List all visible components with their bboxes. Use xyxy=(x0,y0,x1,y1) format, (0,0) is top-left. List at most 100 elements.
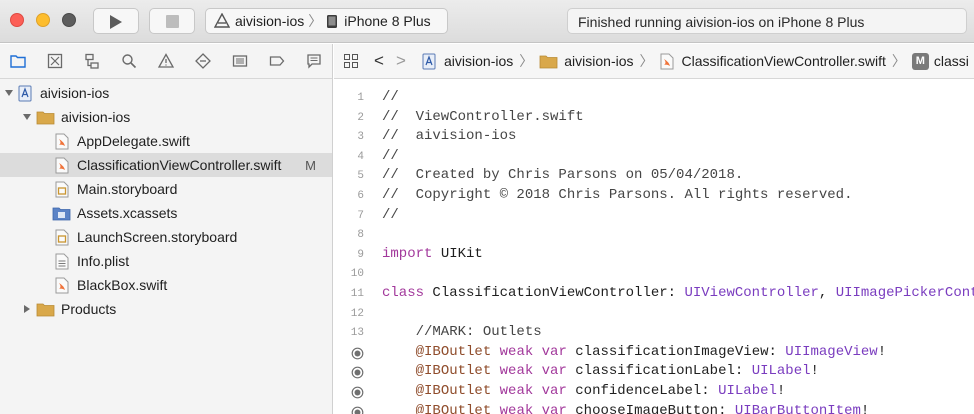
code-line: @IBOutlet weak var classificationLabel: … xyxy=(382,363,819,379)
tree-item-project[interactable]: aivision-ios xyxy=(0,81,332,105)
folder-icon xyxy=(539,55,558,68)
jump-bar-project[interactable]: aivision-ios xyxy=(422,53,513,70)
line-number: 3 xyxy=(357,131,364,144)
jump-bar-group[interactable]: aivision-ios xyxy=(539,53,634,69)
comment-token: // xyxy=(382,89,399,105)
code-line: // aivision-ios xyxy=(382,128,516,144)
navigator-tab-reports[interactable] xyxy=(295,44,332,79)
navigator-tab-issues[interactable] xyxy=(148,44,185,79)
tree-item-file-selected[interactable]: ClassificationViewController.swift M xyxy=(0,153,332,177)
attribute-token: @IBOutlet xyxy=(415,363,492,380)
tree-item-label: ClassificationViewController.swift xyxy=(77,157,282,173)
comment-token: // xyxy=(382,206,399,223)
keyword-token: weak var xyxy=(491,383,567,399)
window-toolbar: aivision-ios 〉 iPhone 8 Plus Finished ru… xyxy=(0,0,974,43)
scheme-separator: 〉 xyxy=(308,13,323,29)
punctuation-token: ! xyxy=(776,383,786,399)
outlet-connection-icon[interactable] xyxy=(351,347,364,360)
line-number: 4 xyxy=(357,150,364,163)
code-line: //MARK: Outlets xyxy=(382,324,542,340)
tree-item-file[interactable]: Info.plist xyxy=(0,249,332,273)
navigator-tab-project[interactable] xyxy=(0,44,37,79)
scheme-selector[interactable]: aivision-ios 〉 iPhone 8 Plus xyxy=(205,8,448,34)
comment-token: //MARK: Outlets xyxy=(382,324,542,341)
line-number: 11 xyxy=(350,288,364,300)
line-number: 8 xyxy=(357,229,364,242)
comment-token: // ViewController.swift xyxy=(382,108,584,125)
disclosure-closed-icon[interactable] xyxy=(22,304,32,314)
tree-item-file[interactable]: Assets.xcassets xyxy=(0,201,332,225)
class-name-token: ClassificationViewController: xyxy=(424,285,685,301)
navigator-tab-source-control[interactable] xyxy=(37,44,74,79)
outlet-connection-icon[interactable] xyxy=(351,386,364,399)
jump-bar-symbol[interactable]: M classi xyxy=(911,52,969,70)
line-number: 6 xyxy=(357,190,364,202)
navigator-tab-symbols[interactable] xyxy=(74,44,111,79)
outlet-connection-icon[interactable] xyxy=(351,406,364,414)
tree-item-group[interactable]: aivision-ios xyxy=(0,105,332,129)
punctuation-token: ! xyxy=(810,363,819,380)
type-token: UILabel xyxy=(718,383,777,399)
keyword-token: import xyxy=(382,245,433,262)
tree-item-file[interactable]: Main.storyboard xyxy=(0,177,332,201)
storyboard-icon xyxy=(55,181,69,197)
run-button[interactable] xyxy=(93,8,139,34)
line-number: 7 xyxy=(357,209,364,222)
outlet-connection-icon[interactable] xyxy=(351,366,364,379)
punctuation-token: ! xyxy=(877,343,887,360)
tree-item-file[interactable]: BlackBox.swift xyxy=(0,273,332,297)
folder-icon xyxy=(36,111,55,124)
navigator-tab-find[interactable] xyxy=(111,44,148,79)
code-line: @IBOutlet weak var confidenceLabel: UILa… xyxy=(382,383,786,399)
zoom-window-button[interactable] xyxy=(62,13,76,27)
jump-bar-project-label: aivision-ios xyxy=(444,53,514,69)
swift-file-icon xyxy=(660,53,673,69)
navigator-tab-tests[interactable] xyxy=(184,44,221,79)
disclosure-open-icon[interactable] xyxy=(22,112,32,122)
comment-token: // Created by Chris Parsons on 05/04/201… xyxy=(382,167,744,184)
device-icon xyxy=(327,14,338,28)
stop-button[interactable] xyxy=(149,8,195,34)
minimize-window-button[interactable] xyxy=(36,13,50,27)
search-icon xyxy=(122,54,137,69)
code-line: @IBOutlet weak var classificationImageVi… xyxy=(382,343,887,360)
keyword-token: weak var xyxy=(491,363,567,380)
tree-item-file[interactable]: AppDelegate.swift xyxy=(0,129,332,153)
jump-bar-separator: 〉 xyxy=(519,53,534,69)
navigator-tab-debug[interactable] xyxy=(221,44,258,79)
type-token: UIImageView xyxy=(785,343,878,360)
jump-bar: < > aivision-ios 〉 aivision-ios 〉 Classi… xyxy=(334,44,974,79)
back-button[interactable]: < xyxy=(368,51,390,71)
related-items-button[interactable] xyxy=(334,53,368,69)
navigator-tab-breakpoints[interactable] xyxy=(258,44,295,79)
type-token: UIBarButtonItem xyxy=(734,402,861,414)
line-number: 13 xyxy=(350,327,364,340)
grid-icon xyxy=(344,54,358,68)
test-icon xyxy=(194,53,211,69)
line-number: 10 xyxy=(350,268,364,281)
code-line: // Copyright © 2018 Chris Parsons. All r… xyxy=(382,187,852,203)
property-token: classificationLabel: xyxy=(566,363,752,380)
property-token: confidenceLabel: xyxy=(566,383,719,399)
tree-item-group-collapsed[interactable]: Products xyxy=(0,297,332,321)
forward-button[interactable]: > xyxy=(390,51,412,71)
line-number: 2 xyxy=(357,111,364,124)
line-number: 9 xyxy=(357,248,364,261)
play-icon xyxy=(110,15,122,29)
modified-status-badge: M xyxy=(305,157,316,173)
jump-bar-file-label: ClassificationViewController.swift xyxy=(681,53,886,69)
scheme-project: aivision-ios xyxy=(235,13,305,29)
type-token: UILabel xyxy=(751,363,811,380)
close-window-button[interactable] xyxy=(10,13,24,27)
plist-icon xyxy=(55,253,69,269)
attribute-token: @IBOutlet xyxy=(415,383,492,399)
type-token: UIViewController xyxy=(684,285,819,301)
property-token: chooseImageButton: xyxy=(566,402,735,414)
code-line: // xyxy=(382,148,399,164)
jump-bar-separator: 〉 xyxy=(639,53,654,69)
disclosure-open-icon[interactable] xyxy=(4,88,14,98)
tree-item-label: aivision-ios xyxy=(40,85,110,101)
tree-item-file[interactable]: LaunchScreen.storyboard xyxy=(0,225,332,249)
jump-bar-file[interactable]: ClassificationViewController.swift xyxy=(660,53,886,70)
hierarchy-icon xyxy=(85,53,99,69)
